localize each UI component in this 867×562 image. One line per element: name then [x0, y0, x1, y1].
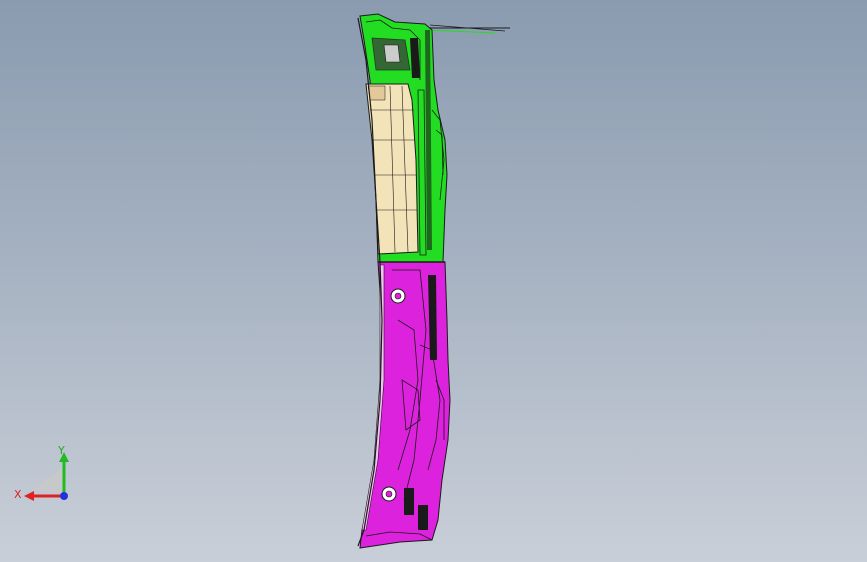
x-axis-label: X: [14, 488, 22, 501]
graphics-viewport[interactable]: Y X: [0, 0, 867, 562]
cad-model[interactable]: [0, 0, 867, 562]
x-axis-arrow: [24, 491, 34, 501]
cream-panel[interactable]: [365, 83, 419, 255]
axis-triad[interactable]: Y X: [10, 440, 80, 510]
lower-magenta-part[interactable]: [359, 261, 451, 549]
z-axis-dot: [60, 492, 68, 500]
triad-plane-shade: [32, 468, 64, 492]
y-axis-label: Y: [57, 444, 65, 457]
model-wire-arm: [427, 24, 510, 34]
